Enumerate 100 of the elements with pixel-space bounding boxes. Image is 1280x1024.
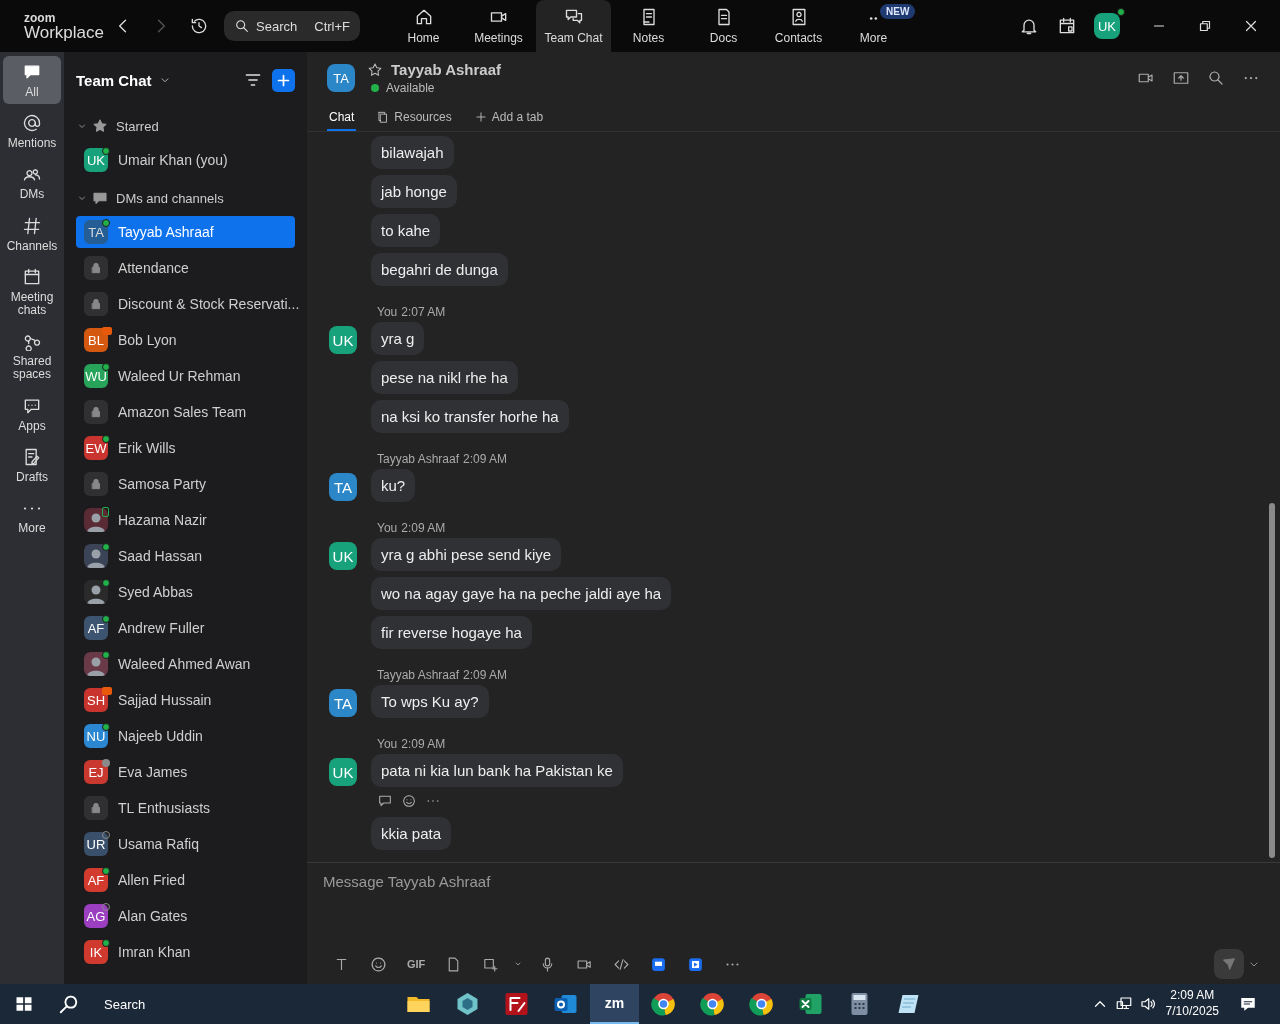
taskbar-search[interactable]: Search: [50, 993, 290, 1015]
sender-avatar: UK: [329, 326, 357, 354]
nav-tab[interactable]: Meetings: [461, 0, 536, 52]
chat-list-item[interactable]: AF Andrew Fuller: [76, 612, 295, 644]
rail-item[interactable]: Drafts: [3, 440, 61, 489]
nav-tab[interactable]: Home: [386, 0, 461, 52]
clock-time[interactable]: 2:09 AM: [1170, 988, 1215, 1004]
emoji-icon[interactable]: [401, 793, 417, 809]
message-bubble: yra g abhi pese send kiye: [371, 538, 562, 571]
chat-list-item[interactable]: EJ Eva James: [76, 756, 295, 788]
chat-list-item[interactable]: Saad Hassan: [76, 540, 295, 572]
nav-tab[interactable]: Contacts: [761, 0, 836, 52]
chat-list-item[interactable]: UR Usama Rafiq: [76, 828, 295, 860]
search-icon: [58, 993, 80, 1015]
toolbar-icon[interactable]: [370, 955, 387, 973]
chat-bubble-icon: [92, 190, 108, 206]
sender-name: You: [377, 521, 398, 535]
chat-list-item[interactable]: SH Sajjad Hussain: [76, 684, 295, 716]
chat-list-item[interactable]: Syed Abbas: [76, 576, 295, 608]
rail-item[interactable]: Mentions: [3, 107, 61, 156]
chat-list-item[interactable]: IK Imran Khan: [76, 936, 295, 968]
avatar: TA: [84, 220, 108, 244]
calendar-icon: [22, 266, 42, 287]
section-label[interactable]: Starred: [116, 118, 159, 134]
star-icon[interactable]: [367, 61, 383, 78]
section-label[interactable]: DMs and channels: [116, 190, 224, 206]
gif-button[interactable]: GIF: [407, 958, 426, 970]
message-bubble: jab honge: [371, 175, 457, 208]
chat-title: Tayyab Ashraaf: [391, 61, 502, 78]
new-badge: NEW: [880, 4, 916, 19]
chat-list-item[interactable]: Waleed Ahmed Awan: [76, 648, 295, 680]
new-chat-button[interactable]: [272, 68, 295, 92]
message-bubble: To wps Ku ay?: [371, 685, 489, 718]
message-bubble: ku?: [371, 469, 416, 502]
windows-start-icon[interactable]: [14, 994, 34, 1014]
search-field[interactable]: Search Ctrl+F: [224, 11, 360, 41]
avatar: AF: [84, 868, 108, 892]
volume-icon[interactable]: [1138, 995, 1157, 1013]
chat-list-item[interactable]: TA Tayyab Ashraaf: [76, 216, 295, 248]
chat-list-item[interactable]: NU Najeeb Uddin: [76, 720, 295, 752]
chat-tab[interactable]: Add a tab: [471, 104, 546, 131]
sender-name: You: [377, 305, 398, 319]
avatar: NU: [84, 724, 108, 748]
share-screen-icon[interactable]: [1172, 69, 1190, 87]
chat-tab[interactable]: Resources: [374, 104, 454, 131]
search-icon[interactable]: [1207, 69, 1225, 87]
avatar: AG: [84, 904, 108, 928]
rail-item[interactable]: Meeting chats: [3, 260, 61, 323]
status-dot: [371, 84, 379, 92]
sender-name: You: [377, 737, 398, 751]
rail-item[interactable]: Shared spaces: [3, 325, 61, 387]
chat-list-item[interactable]: Attendance: [76, 252, 295, 284]
avatar: UK: [84, 148, 108, 172]
chat-list-item[interactable]: TL Enthusiasts: [76, 792, 295, 824]
rail-item[interactable]: More: [3, 491, 61, 541]
chat-list-item[interactable]: Amazon Sales Team: [76, 396, 295, 428]
notification-icon[interactable]: [1238, 995, 1258, 1013]
calendar-icon[interactable]: [1057, 16, 1077, 36]
nav-tab[interactable]: Team Chat: [536, 0, 611, 52]
star-icon: [92, 118, 108, 134]
rail-item[interactable]: Channels: [3, 209, 61, 258]
rail-item[interactable]: Apps: [3, 389, 61, 438]
chat-avatar: TA: [327, 64, 355, 92]
lock-icon: [84, 796, 108, 820]
message-time: 2:09 AM: [401, 521, 446, 535]
reply-icon[interactable]: [377, 793, 393, 809]
zoom-app-icon[interactable]: zm: [590, 984, 639, 1024]
lock-icon: [84, 256, 108, 280]
message-field[interactable]: Message Tayyab Ashraaf: [323, 873, 1264, 944]
product-name: Workplace: [24, 23, 104, 41]
message-bubble: wo na agay gaye ha na peche jaldi aye ha: [371, 577, 672, 610]
rail-item[interactable]: DMs: [3, 158, 61, 207]
whiteboard-icon[interactable]: [650, 955, 668, 973]
chat-list-item[interactable]: Hazama Nazir: [76, 504, 295, 536]
more-icon: [24, 506, 40, 510]
rail-item[interactable]: All: [3, 56, 61, 105]
chat-list-item[interactable]: Samosa Party: [76, 468, 295, 500]
chat-list-item[interactable]: EW Erik Wills: [76, 432, 295, 464]
send-button[interactable]: [1214, 949, 1244, 979]
chat-list-item[interactable]: UK Umair Khan (you): [76, 144, 295, 176]
chat-tab[interactable]: Chat: [327, 104, 357, 131]
message-time: 2:09 AM: [401, 737, 446, 751]
sidebar-title[interactable]: Team Chat: [76, 71, 152, 89]
nav-tab[interactable]: Docs: [686, 0, 761, 52]
sender-avatar: TA: [329, 473, 357, 501]
clock-date[interactable]: 7/10/2025: [1165, 1004, 1219, 1020]
chat-list-item[interactable]: WU Waleed Ur Rehman: [76, 360, 295, 392]
history-icon[interactable]: [189, 16, 209, 36]
message-bubble: na ksi ko transfer horhe ha: [371, 400, 569, 433]
clip-icon[interactable]: [687, 955, 705, 973]
avatar: UR: [84, 832, 108, 856]
message-bubble: pata ni kia lun bank ha Pakistan ke: [371, 754, 623, 787]
status-text: Available: [386, 81, 435, 95]
avatar: SH: [84, 688, 108, 712]
nav-tab[interactable]: Notes: [611, 0, 686, 52]
chat-list-item[interactable]: BL Bob Lyon: [76, 324, 295, 356]
chat-list-item[interactable]: AF Allen Fried: [76, 864, 295, 896]
plus-icon: [473, 109, 488, 124]
chat-list-item[interactable]: AG Alan Gates: [76, 900, 295, 932]
message-bubble: begahri de dunga: [371, 253, 508, 286]
